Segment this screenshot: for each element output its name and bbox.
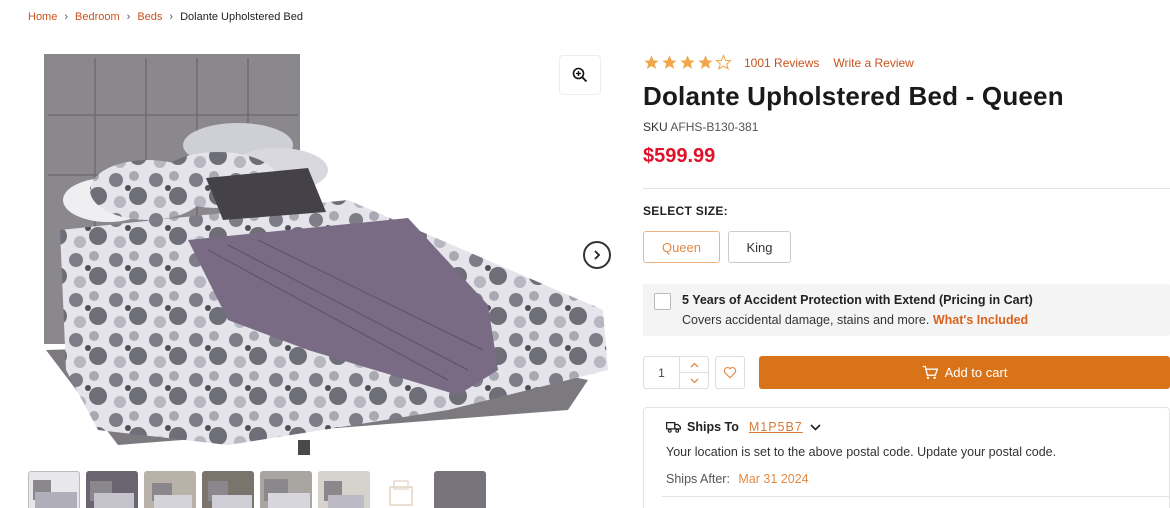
breadcrumb-beds[interactable]: Beds <box>137 11 162 23</box>
protection-subtitle-text: Covers accidental damage, stains and mor… <box>682 313 933 327</box>
quantity-input[interactable]: 1 <box>644 357 680 388</box>
heart-icon <box>723 366 737 379</box>
thumbnail[interactable] <box>376 471 428 508</box>
postal-code-toggle[interactable] <box>810 423 821 431</box>
thumbnail[interactable] <box>202 471 254 508</box>
quantity-increase-button[interactable] <box>680 357 708 373</box>
ships-after-date: Mar 31 2024 <box>738 472 809 486</box>
product-price: $599.99 <box>643 145 716 167</box>
product-gallery <box>28 50 618 460</box>
quantity-stepper: 1 <box>643 356 709 389</box>
product-info: 1001 Reviews Write a Review Dolante Upho… <box>643 0 1170 508</box>
thumbnail[interactable] <box>434 471 486 508</box>
cart-icon <box>922 365 938 380</box>
breadcrumb-separator-icon: › <box>169 11 174 23</box>
star-filled-icon <box>662 55 677 69</box>
location-message: Your location is set to the above postal… <box>666 445 1057 459</box>
product-main-image[interactable] <box>28 50 618 460</box>
thumbnail[interactable] <box>260 471 312 508</box>
star-rating <box>643 54 732 71</box>
chevron-down-icon <box>810 423 821 431</box>
chevron-up-icon <box>690 362 698 367</box>
protection-checkbox[interactable] <box>654 293 671 310</box>
wishlist-button[interactable] <box>715 356 745 389</box>
breadcrumb: Home › Bedroom › Beds › Dolante Upholste… <box>28 11 303 23</box>
thumbnail[interactable] <box>86 471 138 508</box>
ships-to-row: Ships To M1P5B7 <box>666 420 821 434</box>
zoom-in-icon <box>572 67 588 83</box>
accident-protection-box: 5 Years of Accident Protection with Exte… <box>643 284 1170 336</box>
thumbnail[interactable] <box>28 471 80 508</box>
product-sku: SKU AFHS-B130-381 <box>643 120 758 134</box>
next-image-button[interactable] <box>583 241 611 269</box>
size-options: Queen King <box>643 231 791 263</box>
star-filled-icon <box>698 55 713 69</box>
protection-title: 5 Years of Accident Protection with Exte… <box>682 293 1033 307</box>
divider <box>643 188 1170 189</box>
write-review-link[interactable]: Write a Review <box>833 56 913 70</box>
quantity-decrease-button[interactable] <box>680 373 708 388</box>
truck-icon <box>666 422 681 433</box>
thumbnail[interactable] <box>318 471 370 508</box>
sku-value: AFHS-B130-381 <box>670 120 759 134</box>
star-filled-icon <box>644 55 659 69</box>
size-option-queen[interactable]: Queen <box>643 231 720 263</box>
whats-included-link[interactable]: What's Included <box>933 313 1028 327</box>
star-filled-icon <box>680 55 695 69</box>
shipping-box: Ships To M1P5B7 Your location is set to … <box>643 407 1170 508</box>
divider <box>662 496 1170 497</box>
breadcrumb-bedroom[interactable]: Bedroom <box>75 11 120 23</box>
add-to-cart-label: Add to cart <box>944 365 1008 380</box>
breadcrumb-separator-icon: › <box>126 11 131 23</box>
zoom-button[interactable] <box>559 55 601 95</box>
size-option-king[interactable]: King <box>728 231 791 263</box>
size-label: SELECT SIZE: <box>643 204 728 218</box>
breadcrumb-home[interactable]: Home <box>28 11 57 23</box>
breadcrumb-separator-icon: › <box>64 11 69 23</box>
chevron-down-icon <box>690 378 698 383</box>
quantity-steppers <box>680 357 708 388</box>
ships-after-label: Ships After: <box>666 472 730 486</box>
ships-after-row: Ships After: Mar 31 2024 <box>666 472 809 486</box>
ships-to-label: Ships To <box>687 420 739 434</box>
protection-subtitle: Covers accidental damage, stains and mor… <box>682 313 1028 327</box>
add-to-cart-button[interactable]: Add to cart <box>759 356 1170 389</box>
rating-row: 1001 Reviews Write a Review <box>643 54 928 71</box>
chevron-right-circle-icon <box>594 250 601 260</box>
breadcrumb-current: Dolante Upholstered Bed <box>180 11 303 23</box>
product-title: Dolante Upholstered Bed - Queen <box>643 81 1064 111</box>
thumbnail[interactable] <box>144 471 196 508</box>
postal-code-link[interactable]: M1P5B7 <box>749 420 803 434</box>
sku-label: SKU <box>643 120 668 134</box>
reviews-link[interactable]: 1001 Reviews <box>744 56 819 70</box>
thumbnail-strip <box>28 471 492 508</box>
star-empty-icon <box>715 54 732 71</box>
